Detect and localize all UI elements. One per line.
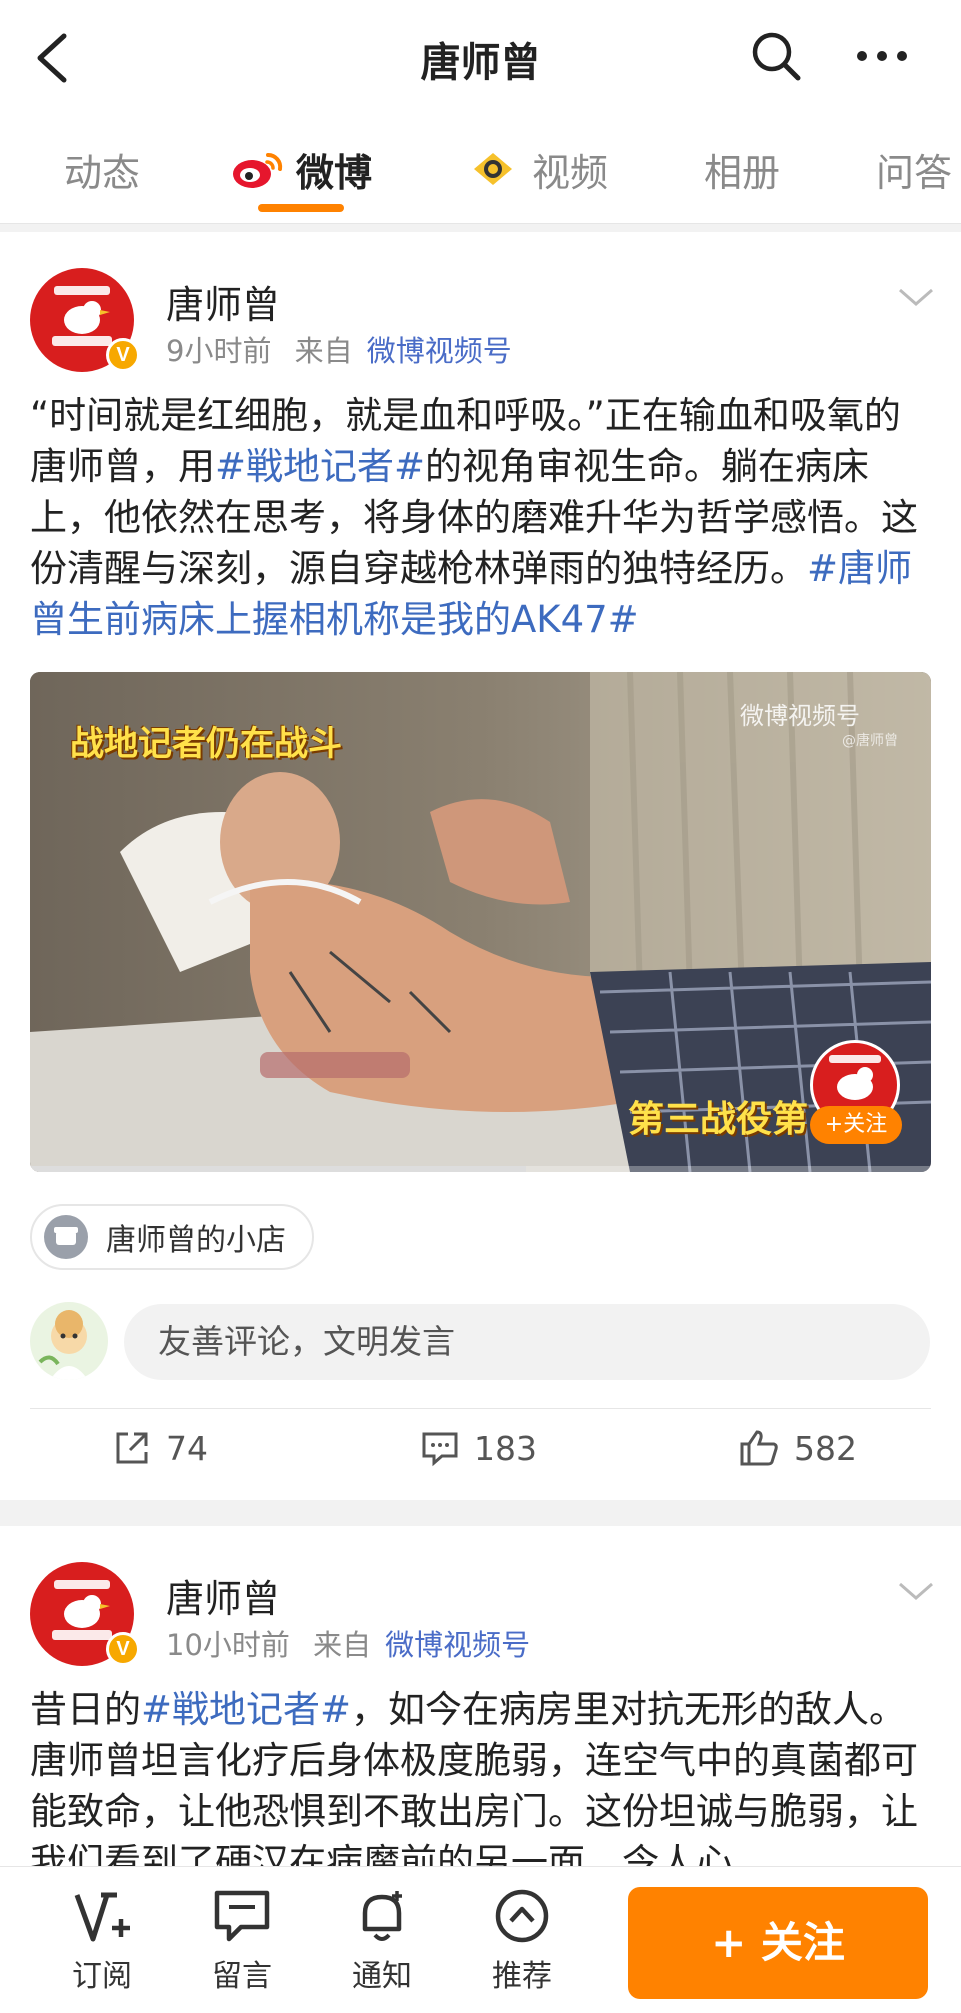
subscribe-icon	[74, 1892, 130, 1942]
avatar[interactable]: V	[30, 268, 140, 372]
video-caption-bottom: 第三战役第	[628, 1099, 809, 1140]
post-actions: 74 183 582	[0, 1412, 961, 1492]
post-source-link[interactable]: 微博视频号	[367, 334, 512, 368]
repost-icon	[116, 1432, 148, 1464]
post-card: V 唐师曾 10小时前 来自 微博视频号 昔日的#戦地记者#，如今在病房里对抗无形…	[0, 1526, 961, 1866]
tab-dynamic[interactable]: 动态	[64, 144, 140, 195]
video-caption-top: 战地记者仍在战斗	[70, 724, 342, 764]
bottom-action-bar: 订阅 留言 通知 推荐 + 关注	[0, 1866, 961, 2013]
notify-button[interactable]: 通知	[332, 1885, 432, 1995]
thumbs-up-icon	[740, 1430, 778, 1466]
subscribe-button[interactable]: 订阅	[52, 1885, 152, 1995]
page-title: 唐师曾	[420, 40, 541, 86]
post-card: V 唐师曾 9小时前 来自 微博视频号 “时间就是红细胞，就是血和呼吸。”正在输血…	[0, 232, 961, 1500]
tab-album[interactable]: 相册	[704, 144, 780, 195]
video-progress-bar[interactable]	[30, 1166, 931, 1172]
post-source-link[interactable]: 微博视频号	[385, 1628, 530, 1662]
message-icon	[214, 1890, 270, 1942]
comment-icon	[422, 1432, 458, 1467]
profile-tabs: 动态 微博 视频 相册 问答	[0, 114, 961, 224]
comment-button[interactable]: 183	[420, 1428, 537, 1468]
post-text: “时间就是红细胞，就是血和呼吸。”正在输血和吸氧的唐师曾，用#戦地记者#的视角审…	[30, 390, 935, 645]
post-meta: 9小时前 来自 微博视频号	[166, 334, 512, 368]
active-tab-indicator	[258, 204, 344, 212]
tab-weibo[interactable]: 微博	[230, 144, 372, 195]
tab-video[interactable]: 视频	[466, 144, 608, 195]
bell-icon	[362, 1891, 402, 1941]
weibo-logo-icon	[233, 152, 283, 188]
post-text: 昔日的#戦地记者#，如今在病房里对抗无形的敌人。唐师曾坦言化疗后身体极度脆弱，连…	[30, 1684, 935, 1866]
recommend-icon	[495, 1889, 549, 1943]
search-icon[interactable]	[748, 28, 804, 84]
author-name[interactable]: 唐师曾	[166, 1568, 280, 1623]
shop-icon	[44, 1215, 88, 1259]
comment-input[interactable]: 友善评论，文明发言	[124, 1304, 930, 1380]
post-meta: 10小时前 来自 微博视频号	[166, 1628, 531, 1662]
more-icon[interactable]	[852, 28, 912, 84]
video-tab-icon	[474, 153, 512, 185]
verified-badge-icon: V	[106, 338, 140, 372]
chevron-down-icon[interactable]	[894, 282, 938, 312]
top-nav-bar: 唐师曾	[0, 0, 961, 114]
like-button[interactable]: 582	[738, 1428, 857, 1468]
chevron-down-icon[interactable]	[894, 1576, 938, 1606]
video-follow-button[interactable]: +关注	[810, 1106, 902, 1144]
repost-button[interactable]: 74	[112, 1428, 208, 1468]
my-avatar[interactable]	[30, 1302, 108, 1380]
hashtag-link[interactable]: #戦地记者#	[141, 1688, 351, 1731]
author-name[interactable]: 唐师曾	[166, 274, 280, 329]
post-text-segment: 昔日的	[30, 1688, 141, 1731]
hashtag-link[interactable]: #戦地记者#	[215, 445, 425, 488]
follow-button[interactable]: + 关注	[628, 1887, 928, 1999]
verified-badge-icon: V	[106, 1632, 140, 1666]
video-watermark-sub: @唐师曾	[842, 733, 898, 749]
video-player[interactable]: 战地记者仍在战斗 微博视频号 @唐师曾 第三战役第 +关注	[30, 672, 931, 1172]
tab-qa[interactable]: 问答	[876, 144, 952, 195]
message-button[interactable]: 留言	[192, 1885, 292, 1995]
avatar[interactable]: V	[30, 1562, 140, 1666]
video-watermark: 微博视频号	[740, 702, 860, 730]
divider	[30, 1408, 931, 1409]
recommend-button[interactable]: 推荐	[472, 1885, 572, 1995]
shop-link[interactable]: 唐师曾的小店	[30, 1204, 314, 1270]
